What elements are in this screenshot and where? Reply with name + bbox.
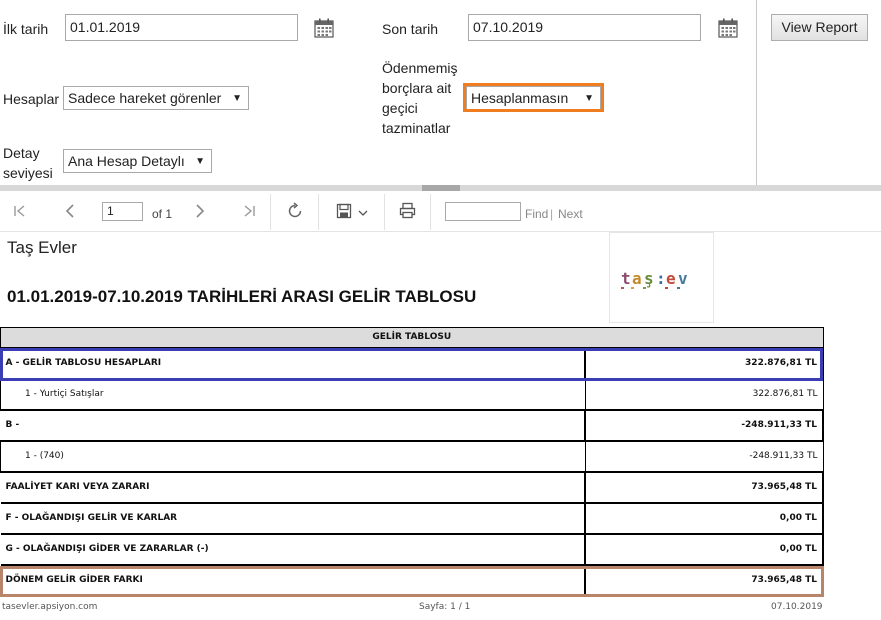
- start-date-input[interactable]: 01.01.2019: [65, 14, 298, 41]
- row-amount: 73.965,48 TL: [585, 563, 824, 597]
- find-input[interactable]: [445, 202, 521, 221]
- unpaid-label-line-1: Ödenmemiş: [382, 60, 458, 76]
- detail-level-label-line-2: seviyesi: [3, 165, 53, 181]
- accounts-label: Hesaplar: [3, 91, 60, 107]
- accounts-select-value: Sadece hareket görenler: [68, 90, 222, 106]
- unpaid-compensation-select-value: Hesaplanmasın: [471, 90, 569, 106]
- table-row: B - -248.911,33 TL: [0, 408, 824, 442]
- row-name: FAALİYET KARI VEYA ZARARI: [0, 470, 587, 504]
- detail-level-select[interactable]: Ana Hesap Detaylı ▼: [63, 149, 212, 173]
- table-header: GELİR TABLOSU: [0, 327, 824, 348]
- table-row: FAALİYET KARI VEYA ZARARI 73.965,48 TL: [0, 470, 824, 504]
- print-icon[interactable]: [399, 202, 416, 219]
- detail-level-select-value: Ana Hesap Detaylı: [68, 153, 185, 169]
- income-statement-table: GELİR TABLOSU A - GELİR TABLOSU HESAPLAR…: [0, 327, 824, 597]
- collapse-handle[interactable]: [422, 185, 460, 197]
- accounts-select[interactable]: Sadece hareket görenler ▼: [63, 86, 249, 110]
- panel-divider: [756, 0, 757, 185]
- parameter-panel: İlk tarih 01.01.2019 Son tarih 07.10.201…: [0, 0, 881, 185]
- row-amount: 322.876,81 TL: [585, 346, 824, 380]
- row-name: G - OLAĞANDIŞI GİDER VE ZARARLAR (-): [0, 532, 587, 566]
- company-logo: t a ş : e v: [609, 232, 714, 323]
- end-date-label: Son tarih: [382, 21, 439, 37]
- page-count: of 1: [152, 207, 173, 221]
- toolbar-separator: [384, 194, 385, 230]
- chevron-down-icon[interactable]: [358, 209, 368, 217]
- unpaid-label-line-3: geçici: [382, 100, 418, 116]
- dropdown-arrow-icon: ▼: [232, 93, 242, 104]
- row-amount: 0,00 TL: [585, 501, 824, 535]
- detail-level-label-line-1: Detay: [3, 145, 40, 161]
- row-amount: 0,00 TL: [585, 532, 824, 566]
- footer-page: Sayfa: 1 / 1: [419, 602, 471, 612]
- save-icon[interactable]: [336, 203, 352, 219]
- company-logo-image: t a ş : e v: [621, 269, 688, 289]
- row-amount: -248.911,33 TL: [585, 408, 824, 442]
- table-row: A - GELİR TABLOSU HESAPLARI 322.876,81 T…: [0, 346, 824, 380]
- first-page-icon[interactable]: [13, 204, 27, 218]
- row-name: F - OLAĞANDIŞI GELİR VE KARLAR: [0, 501, 587, 535]
- svg-text:ş: ş: [644, 269, 654, 288]
- end-date-input[interactable]: 07.10.2019: [468, 14, 701, 41]
- table-header-row: GELİR TABLOSU: [0, 327, 824, 348]
- refresh-icon[interactable]: [286, 202, 304, 220]
- report-toolbar: 1 of 1 Find | Next: [0, 192, 881, 232]
- unpaid-label-line-4: tazminatlar: [382, 120, 451, 136]
- svg-text:e: e: [666, 269, 676, 288]
- next-link[interactable]: Next: [558, 205, 583, 223]
- find-divider: |: [550, 207, 554, 221]
- dropdown-arrow-icon: ▼: [584, 93, 594, 104]
- previous-page-icon[interactable]: [63, 203, 77, 219]
- svg-text:a: a: [632, 269, 642, 288]
- row-amount: -248.911,33 TL: [584, 440, 824, 472]
- svg-text:v: v: [678, 269, 688, 288]
- table-row: DÖNEM GELİR GİDER FARKI 73.965,48 TL: [0, 563, 824, 597]
- find-link[interactable]: Find: [525, 205, 548, 223]
- table-row: 1 - Yurtiçi Satışlar 322.876,81 TL: [0, 378, 824, 410]
- footer-date: 07.10.2019: [771, 602, 823, 612]
- next-page-icon[interactable]: [193, 203, 207, 219]
- company-name: Taş Evler: [7, 238, 77, 257]
- dropdown-arrow-icon: ▼: [195, 156, 205, 167]
- row-name: 1 - Yurtiçi Satışlar: [0, 378, 586, 410]
- unpaid-label-line-2: borçlara ait: [382, 80, 452, 96]
- footer-site: tasevler.apsiyon.com: [2, 602, 98, 612]
- calendar-icon[interactable]: [718, 18, 738, 38]
- row-name: 1 - (740): [0, 440, 586, 472]
- start-date-label: İlk tarih: [3, 21, 49, 37]
- unpaid-compensation-select[interactable]: Hesaplanmasın ▼: [466, 86, 601, 110]
- table-row: 1 - (740) -248.911,33 TL: [0, 440, 824, 472]
- report-title: 01.01.2019-07.10.2019 TARİHLERİ ARASI GE…: [7, 287, 477, 306]
- svg-text:t: t: [621, 269, 631, 288]
- toolbar-separator: [318, 194, 319, 230]
- row-amount: 322.876,81 TL: [584, 378, 824, 410]
- view-report-button[interactable]: View Report: [771, 14, 868, 41]
- parameter-splitter[interactable]: [0, 185, 881, 197]
- table-row: F - OLAĞANDIŞI GELİR VE KARLAR 0,00 TL: [0, 501, 824, 535]
- row-amount: 73.965,48 TL: [585, 470, 824, 504]
- last-page-icon[interactable]: [242, 204, 256, 218]
- row-name: DÖNEM GELİR GİDER FARKI: [0, 563, 587, 597]
- toolbar-separator: [270, 194, 271, 230]
- svg-text::: :: [656, 269, 666, 288]
- row-name: A - GELİR TABLOSU HESAPLARI: [0, 346, 587, 380]
- row-name: B -: [0, 408, 587, 442]
- table-row: G - OLAĞANDIŞI GİDER VE ZARARLAR (-) 0,0…: [0, 532, 824, 566]
- page-number-input[interactable]: 1: [102, 202, 143, 221]
- calendar-icon[interactable]: [314, 18, 334, 38]
- toolbar-separator: [430, 194, 431, 230]
